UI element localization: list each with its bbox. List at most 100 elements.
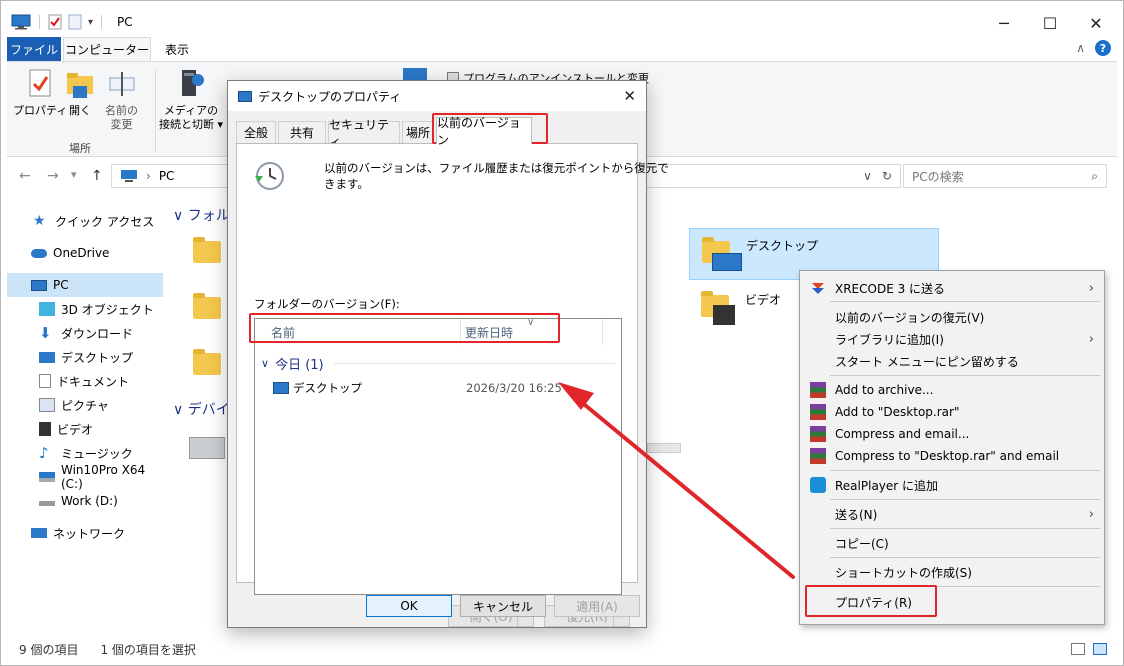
desktop-title-icon (238, 90, 252, 102)
nav-drive-d[interactable]: Work (D:) (7, 489, 163, 513)
folder-music-icon[interactable] (193, 349, 221, 375)
winrar-icon (810, 448, 826, 464)
submenu-arrow-icon: › (1088, 280, 1094, 296)
picture-icon (39, 398, 55, 412)
submenu-arrow-icon: › (1088, 331, 1094, 347)
group-today[interactable]: ∨ 今日 (1) (261, 353, 615, 373)
previous-versions-panel: 以前のバージョンは、ファイル履歴または復元ポイントから復元で きます。 フォルダ… (236, 143, 669, 627)
open-button[interactable]: 開く (65, 68, 95, 118)
xrecode-icon (812, 283, 824, 294)
versions-list[interactable]: 名前 更新日時 ∨ ∨ 今日 (1) デスクトップ 2026/3/20 16:2… (254, 317, 622, 595)
menu-separator (830, 557, 1100, 558)
menu-pin-to-start[interactable]: スタート メニューにピン留めする (800, 350, 1104, 372)
menu-separator (830, 375, 1100, 376)
highlight-version-row (249, 313, 560, 343)
back-arrow-icon[interactable]: ← (19, 168, 31, 184)
menu-add-to-archive[interactable]: Add to archive... (800, 379, 1104, 401)
menu-separator (830, 499, 1100, 500)
details-view-icon[interactable] (1071, 643, 1085, 655)
rename-button[interactable]: 名前の 変更 (105, 68, 138, 132)
menu-compress-and-email[interactable]: Compress and email... (800, 423, 1104, 445)
drive-c-icon[interactable] (189, 437, 225, 459)
nav-music[interactable]: ♪ ミュージック (7, 441, 163, 465)
nav-videos[interactable]: ビデオ (7, 417, 163, 441)
search-input[interactable]: PCの検索 ⌕ (903, 164, 1107, 188)
forward-arrow-icon[interactable]: → (47, 168, 59, 184)
window-title: PC (117, 15, 133, 29)
status-bar: 9 個の項目 1 個の項目を選択 (7, 637, 1117, 661)
minimize-button[interactable]: ─ (981, 11, 1027, 35)
apply-button[interactable]: 適用(A) (554, 595, 640, 617)
nav-pictures[interactable]: ピクチャ (7, 393, 163, 417)
search-icon[interactable]: ⌕ (1091, 169, 1098, 184)
new-folder-icon[interactable] (68, 14, 82, 30)
menu-add-to-realplayer[interactable]: RealPlayer に追加 (800, 474, 1104, 496)
film-strip-icon (713, 305, 735, 325)
quick-access-toolbar: ▾ (11, 13, 110, 31)
nav-documents[interactable]: ドキュメント (7, 369, 163, 393)
help-icon[interactable]: ? (1095, 40, 1111, 56)
version-row-desktop[interactable]: デスクトップ 2026/3/20 16:25 (255, 377, 621, 399)
recent-locations-icon[interactable]: ▾ (71, 168, 77, 181)
navigation-pane: ★ クイック アクセス OneDrive PC 3D オブジェクト ⬇ ダウンロ… (7, 201, 163, 631)
item-count: 9 個の項目 (19, 642, 79, 657)
menu-send-to[interactable]: 送る(N) › (800, 503, 1104, 525)
nav-quick-access[interactable]: ★ クイック アクセス (7, 209, 163, 233)
properties-check-icon[interactable] (48, 14, 62, 30)
up-arrow-icon[interactable]: ↑ (91, 168, 103, 184)
menu-add-to-desktop-rar[interactable]: Add to "Desktop.rar" (800, 401, 1104, 423)
menu-add-to-library[interactable]: ライブラリに追加(I) › (800, 328, 1104, 350)
nav-3d-objects[interactable]: 3D オブジェクト (7, 297, 163, 321)
explorer-window: ▾ PC ─ ☐ ✕ ファイル コンピューター 表示 ∧ ? プロパティ 開く … (0, 0, 1124, 666)
highlight-properties-menu (805, 585, 937, 617)
menu-copy[interactable]: コピー(C) (800, 532, 1104, 554)
document-icon (39, 374, 51, 388)
drive-icon (39, 500, 55, 506)
dialog-title-bar: デスクトップのプロパティ ✕ (228, 81, 646, 111)
nav-network[interactable]: ネットワーク (7, 521, 163, 545)
tab-general[interactable]: 全般 (236, 121, 276, 143)
nav-desktop[interactable]: デスクトップ (7, 345, 163, 369)
cancel-button[interactable]: キャンセル (460, 595, 546, 617)
properties-dialog: デスクトップのプロパティ ✕ 全般 共有 セキュリティ 場所 以前のバージョン … (227, 80, 669, 628)
menu-create-shortcut[interactable]: ショートカットの作成(S) (800, 561, 1104, 583)
tab-sharing[interactable]: 共有 (278, 121, 326, 143)
cube-icon (39, 302, 55, 316)
nav-downloads[interactable]: ⬇ ダウンロード (7, 321, 163, 345)
properties-button[interactable]: プロパティ (13, 68, 67, 118)
large-icons-view-icon[interactable] (1093, 643, 1107, 655)
qa-dropdown-icon[interactable]: ▾ (88, 17, 93, 28)
tab-view[interactable]: 表示 (157, 37, 197, 61)
close-button[interactable]: ✕ (1073, 11, 1119, 35)
restore-clock-icon (255, 162, 284, 190)
winrar-icon (810, 404, 826, 420)
collapse-ribbon-icon[interactable]: ∧ (1076, 41, 1085, 55)
star-icon: ★ (33, 213, 46, 229)
media-connect-button[interactable]: メディアの 接続と切断 ▾ (159, 68, 223, 132)
nav-pc[interactable]: PC (7, 273, 163, 297)
menu-separator (830, 470, 1100, 471)
dialog-close-icon[interactable]: ✕ (623, 87, 636, 105)
breadcrumb-pc[interactable]: PC (159, 169, 175, 183)
folder-documents-icon[interactable] (193, 293, 221, 319)
tab-security[interactable]: セキュリティ (328, 118, 400, 149)
pc-icon[interactable] (11, 14, 31, 30)
ok-button[interactable]: OK (366, 595, 452, 617)
menu-compress-to-rar-email[interactable]: Compress to "Desktop.rar" and email (800, 445, 1104, 467)
nav-onedrive[interactable]: OneDrive (7, 241, 163, 265)
menu-restore-previous[interactable]: 以前のバージョンの復元(V) (800, 306, 1104, 328)
refresh-icon[interactable]: ↻ (882, 169, 892, 183)
menu-separator (830, 301, 1100, 302)
tab-file[interactable]: ファイル (7, 37, 61, 61)
dialog-title: デスクトップのプロパティ (258, 89, 402, 104)
menu-xrecode-send[interactable]: XRECODE 3 に送る › (800, 277, 1104, 299)
maximize-button[interactable]: ☐ (1027, 11, 1073, 35)
ribbon-tabs: ファイル コンピューター 表示 ∧ ? (7, 37, 1117, 61)
nav-drive-c[interactable]: Win10Pro X64 (C:) (7, 463, 163, 491)
tab-previous-versions[interactable]: 以前のバージョン (436, 116, 532, 147)
tab-location[interactable]: 場所 (402, 121, 434, 143)
address-dropdown-icon[interactable]: ∨ (863, 169, 872, 183)
tab-computer[interactable]: コンピューター (63, 37, 151, 61)
context-menu: XRECODE 3 に送る › 以前のバージョンの復元(V) ライブラリに追加(… (799, 270, 1105, 625)
folder-3d-objects-icon[interactable] (193, 237, 221, 263)
